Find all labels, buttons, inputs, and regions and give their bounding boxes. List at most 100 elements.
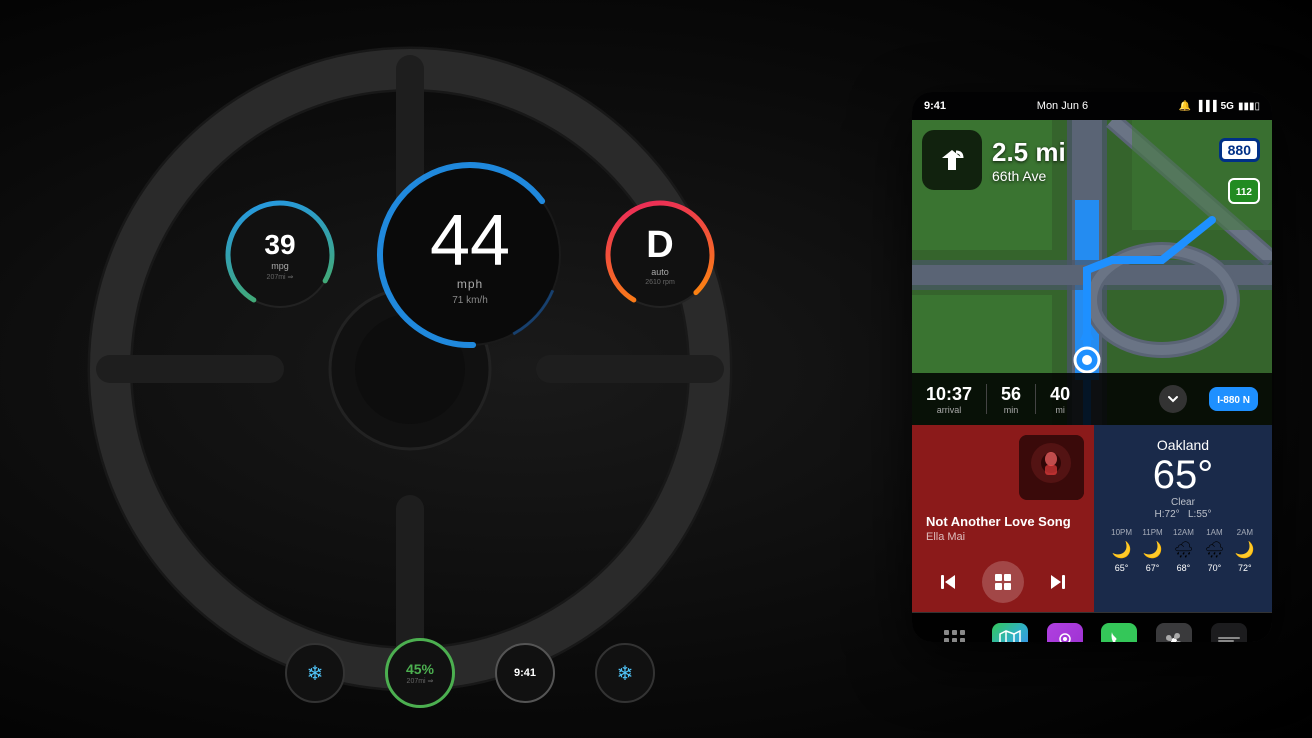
hour-time: 2AM [1237,528,1253,537]
hour-time: 12AM [1173,528,1194,537]
hour-icon: 🌙 [1143,540,1163,560]
hour-time: 1AM [1206,528,1222,537]
weather-hour-item: 2AM 🌙 72° [1235,528,1255,573]
gear-label: auto [645,267,675,277]
speed-kmh: 71 km/h [430,295,510,306]
route-badge: I-880 N [1209,387,1258,411]
fan-icon [1163,630,1185,643]
map-section[interactable]: 880 112 2.5 mi 66th Ave 10:37 arrival [912,120,1272,425]
small-gauges-row: ❄ 45% 207mi ⇒ 9:41 ❄ [130,638,810,708]
gear-rpm: 2610 rpm [645,279,675,286]
maps-icon [999,630,1021,643]
route-label: I-880 N [1217,395,1250,406]
eta-divider-1 [986,384,987,414]
dock-grid-button[interactable] [937,623,973,643]
hour-temp: 67° [1146,563,1160,573]
eta-bar: 10:37 arrival 56 min 40 mi I-880 N [912,373,1272,425]
time-gauge: 9:41 [495,643,555,703]
mpg-gauge: 39 mpg 207mi ⇒ [220,195,340,315]
battery-gauge: 45% 207mi ⇒ [385,638,455,708]
weather-description: Clear [1106,497,1260,508]
eta-min-item: 56 min [1001,384,1021,415]
dock [912,612,1272,642]
music-song-title: Not Another Love Song [926,514,1080,529]
battery-value: 45% [406,661,434,677]
eta-mi-value: 40 [1050,384,1070,405]
battery-icon: ▮▮▮▯ [1238,101,1260,112]
status-icons: 🔔 ▐▐▐ 5G ▮▮▮▯ [1179,101,1260,112]
dock-climate-button[interactable] [1156,623,1192,643]
dock-menu-button[interactable] [1211,623,1247,643]
turn-arrow-icon [936,144,968,176]
weather-high: H:72° [1155,509,1180,520]
eta-mi-label: mi [1055,405,1065,415]
left-climate-gauge: ❄ [285,643,345,703]
podcasts-icon [1054,630,1076,643]
hour-time: 10PM [1111,528,1132,537]
carplay-panel: 9:41 Mon Jun 6 🔔 ▐▐▐ 5G ▮▮▮▯ [912,92,1272,642]
weather-hour-item: 10PM 🌙 65° [1111,528,1132,573]
weather-hilo: H:72° L:55° [1106,509,1260,520]
status-date: Mon Jun 6 [1037,100,1088,112]
eta-min-label: min [1004,405,1019,415]
eta-divider-2 [1035,384,1036,414]
grid-button[interactable] [982,561,1024,603]
climate-icon: ❄ [307,661,324,686]
weather-temperature: 65° [1106,453,1260,497]
nav-distance: 2.5 mi [992,137,1262,168]
eta-arrival-item: 10:37 arrival [926,384,972,415]
nav-overlay: 2.5 mi 66th Ave [922,130,1262,190]
prev-track-button[interactable] [930,564,966,600]
status-time: 9:41 [924,100,946,112]
music-artist-name: Ella Mai [926,531,1080,543]
grid-icon [993,572,1013,592]
dock-podcasts-button[interactable] [1047,623,1083,643]
weather-low: L:55° [1188,509,1211,520]
album-art [1019,435,1084,500]
weather-hourly: 10PM 🌙 65° 11PM 🌙 67° 12AM 🌧 68° 1AM 🌧 7… [1106,528,1260,573]
hour-icon: 🌧 [1204,540,1224,560]
album-art-image [1019,435,1084,500]
right-climate-icon: ❄ [617,661,634,686]
weather-hour-item: 1AM 🌧 70° [1204,528,1224,573]
nav-street: 66th Ave [992,168,1262,184]
hour-time: 11PM [1142,528,1162,537]
mpg-label: mpg [264,261,295,271]
network-type: 5G [1221,101,1234,112]
hour-icon: 🌙 [1112,540,1132,560]
eta-mi-item: 40 mi [1050,384,1070,415]
right-climate-gauge: ❄ [595,643,655,703]
hour-temp: 72° [1238,563,1252,573]
signal-bars: ▐▐▐ [1195,101,1216,112]
hour-temp: 65° [1115,563,1129,573]
menu-icon [1218,637,1240,643]
eta-min-value: 56 [1001,384,1021,405]
eta-arrival-label: arrival [937,405,962,415]
mpg-sub: 207mi ⇒ [264,273,295,281]
instrument-cluster: 39 mpg 207mi ⇒ 44 mph 71 km/h [130,80,810,430]
hour-temp: 68° [1177,563,1191,573]
weather-hour-item: 12AM 🌧 68° [1173,528,1194,573]
speed-gauge: 44 mph 71 km/h [370,155,570,355]
mpg-value: 39 [264,229,295,261]
status-bar: 9:41 Mon Jun 6 🔔 ▐▐▐ 5G ▮▮▮▯ [912,92,1272,120]
gear-gauge: D auto 2610 rpm [600,195,720,315]
hour-icon: 🌙 [1235,540,1255,560]
dock-phone-button[interactable] [1101,623,1137,643]
nav-turn-arrow [922,130,982,190]
expand-icon [1165,391,1181,407]
next-track-button[interactable] [1040,564,1076,600]
battery-label: 207mi ⇒ [407,677,434,685]
eta-expand-button[interactable] [1159,385,1187,413]
grid-icon [944,630,966,643]
music-panel[interactable]: Not Another Love Song Ella Mai [912,425,1094,612]
notification-icon: 🔔 [1179,101,1191,112]
gear-value: D [645,224,675,267]
dock-maps-button[interactable] [992,623,1028,643]
nav-info: 2.5 mi 66th Ave [992,137,1262,184]
bottom-panels: Not Another Love Song Ella Mai [912,425,1272,612]
weather-city: Oakland [1106,437,1260,453]
phone-icon [1108,630,1130,643]
weather-hour-item: 11PM 🌙 67° [1142,528,1162,573]
prev-icon [936,570,960,594]
